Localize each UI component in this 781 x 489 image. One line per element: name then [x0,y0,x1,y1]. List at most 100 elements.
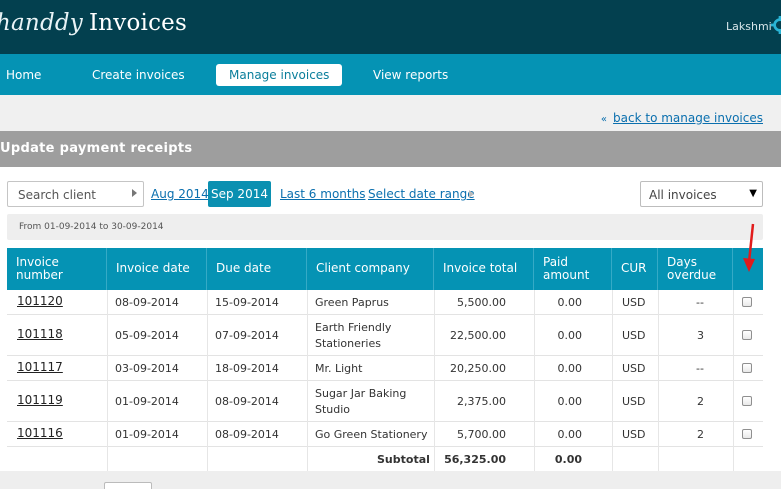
search-client-dropdown[interactable]: Search client [7,181,144,207]
col-invoice-date[interactable]: Invoice date [107,248,207,290]
gear-icon[interactable] [771,16,781,34]
invoice-total: 5,700.00 [457,428,506,441]
invoice-filter-select[interactable]: All invoices ▼ [640,181,763,207]
due-date: 08-09-2014 [215,428,279,441]
days-overdue: -- [696,362,704,375]
nav-view-reports[interactable]: View reports [373,64,448,86]
section-header: Update payment receipts [0,131,781,167]
client-company: Sugar Jar Baking [315,387,407,400]
row-select-checkbox[interactable] [742,297,752,307]
subtotal-paid: 0.00 [554,453,582,466]
table-header: Invoice number Invoice date Due date Cli… [7,248,763,290]
select-date-range-link[interactable]: Select date range [368,187,475,201]
user-name[interactable]: Lakshmi [726,20,772,33]
row-select-checkbox[interactable] [742,330,752,340]
period-aug-2014[interactable]: Aug 2014 [151,187,209,201]
table-row: 101118 05-09-2014 07-09-2014 Earth Frien… [7,315,763,356]
subtotal-label: Subtotal [377,453,430,466]
table-row: 101116 01-09-2014 08-09-2014 Go Green St… [7,422,763,447]
invoice-filter-value: All invoices [649,188,717,202]
table-row: 101120 08-09-2014 15-09-2014 Green Papru… [7,290,763,315]
app-logo[interactable]: handdy Invoices [0,10,187,36]
col-client-company[interactable]: Client company [307,248,434,290]
column-divider [107,290,108,475]
invoice-number-link[interactable]: 101118 [17,327,63,342]
row-select-checkbox[interactable] [742,429,752,439]
subtotal-total: 56,325.00 [444,453,506,466]
currency: USD [622,428,646,441]
col-invoice-number[interactable]: Invoice number [7,248,107,290]
invoice-number-link[interactable]: 101120 [17,294,63,309]
paid-amount: 0.00 [557,362,583,375]
client-company: Studio [315,403,351,416]
due-date: 08-09-2014 [215,395,279,408]
period-sep-2014[interactable]: Sep 2014 [208,181,271,207]
header-label: Invoice date [116,261,190,275]
invoice-date: 08-09-2014 [115,296,179,309]
client-company: Green Paprus [315,296,389,309]
invoice-number-link[interactable]: 101116 [17,426,63,441]
paid-amount: 0.00 [557,395,583,408]
row-select-checkbox[interactable] [742,396,752,406]
header-label: Client company [316,261,410,275]
client-company: Earth Friendly [315,321,392,334]
table-row: 101117 03-09-2014 18-09-2014 Mr. Light 2… [7,356,763,381]
dropdown-arrow-icon: ▼ [749,188,757,199]
header-label: overdue [667,268,717,282]
client-company: Mr. Light [315,362,363,375]
header-label: Invoice total [443,261,518,275]
main-nav: Home Create invoices Manage invoices Vie… [0,54,781,95]
section-title: Update payment receipts [0,141,193,156]
days-overdue: 3 [697,329,704,342]
invoice-total: 2,375.00 [457,395,506,408]
caret-right-icon [469,190,474,198]
column-divider [207,290,208,475]
currency: USD [622,296,646,309]
client-company: Stationeries [315,337,381,350]
back-to-manage-invoices-link[interactable]: « back to manage invoices [601,111,763,125]
caret-right-icon [132,189,137,197]
col-invoice-total[interactable]: Invoice total [434,248,534,290]
date-range-text: From 01-09-2014 to 30-09-2014 [19,222,164,232]
invoice-date: 01-09-2014 [115,428,179,441]
column-divider [307,290,308,475]
column-divider [434,290,435,475]
header-label: amount [543,268,590,282]
col-due-date[interactable]: Due date [207,248,307,290]
top-header: handdy Invoices Lakshmi [0,0,781,54]
invoice-date: 01-09-2014 [115,395,179,408]
nav-manage-invoices[interactable]: Manage invoices [216,64,343,86]
invoice-date: 03-09-2014 [115,362,179,375]
double-chevron-left-icon: « [600,114,608,125]
paid-amount: 0.00 [557,329,583,342]
red-arrow-icon [743,223,755,272]
table-row: 101119 01-09-2014 08-09-2014 Sugar Jar B… [7,381,763,422]
col-days-overdue[interactable]: Days overdue [658,248,733,290]
paid-amount: 0.00 [557,296,583,309]
days-overdue: 2 [697,428,704,441]
column-divider [534,290,535,475]
logo-product: Invoices [88,10,187,36]
rows-per-page-select[interactable] [104,482,152,489]
search-client-label: Search client [18,188,96,202]
column-divider [658,290,659,475]
row-select-checkbox[interactable] [742,363,752,373]
due-date: 18-09-2014 [215,362,279,375]
period-last-6-months[interactable]: Last 6 months [280,187,365,201]
date-range-bar: From 01-09-2014 to 30-09-2014 [7,214,763,240]
paid-amount: 0.00 [557,428,583,441]
header-label: CUR [621,261,647,275]
due-date: 15-09-2014 [215,296,279,309]
col-paid-amount[interactable]: Paid amount [534,248,612,290]
invoice-total: 22,500.00 [450,329,506,342]
invoice-number-link[interactable]: 101117 [17,360,63,375]
currency: USD [622,362,646,375]
nav-home[interactable]: Home [6,64,41,86]
invoice-date: 05-09-2014 [115,329,179,342]
nav-create-invoices[interactable]: Create invoices [92,64,185,86]
invoice-total: 5,500.00 [457,296,506,309]
invoice-number-link[interactable]: 101119 [17,393,63,408]
col-currency[interactable]: CUR [612,248,658,290]
currency: USD [622,329,646,342]
column-divider [612,290,613,475]
